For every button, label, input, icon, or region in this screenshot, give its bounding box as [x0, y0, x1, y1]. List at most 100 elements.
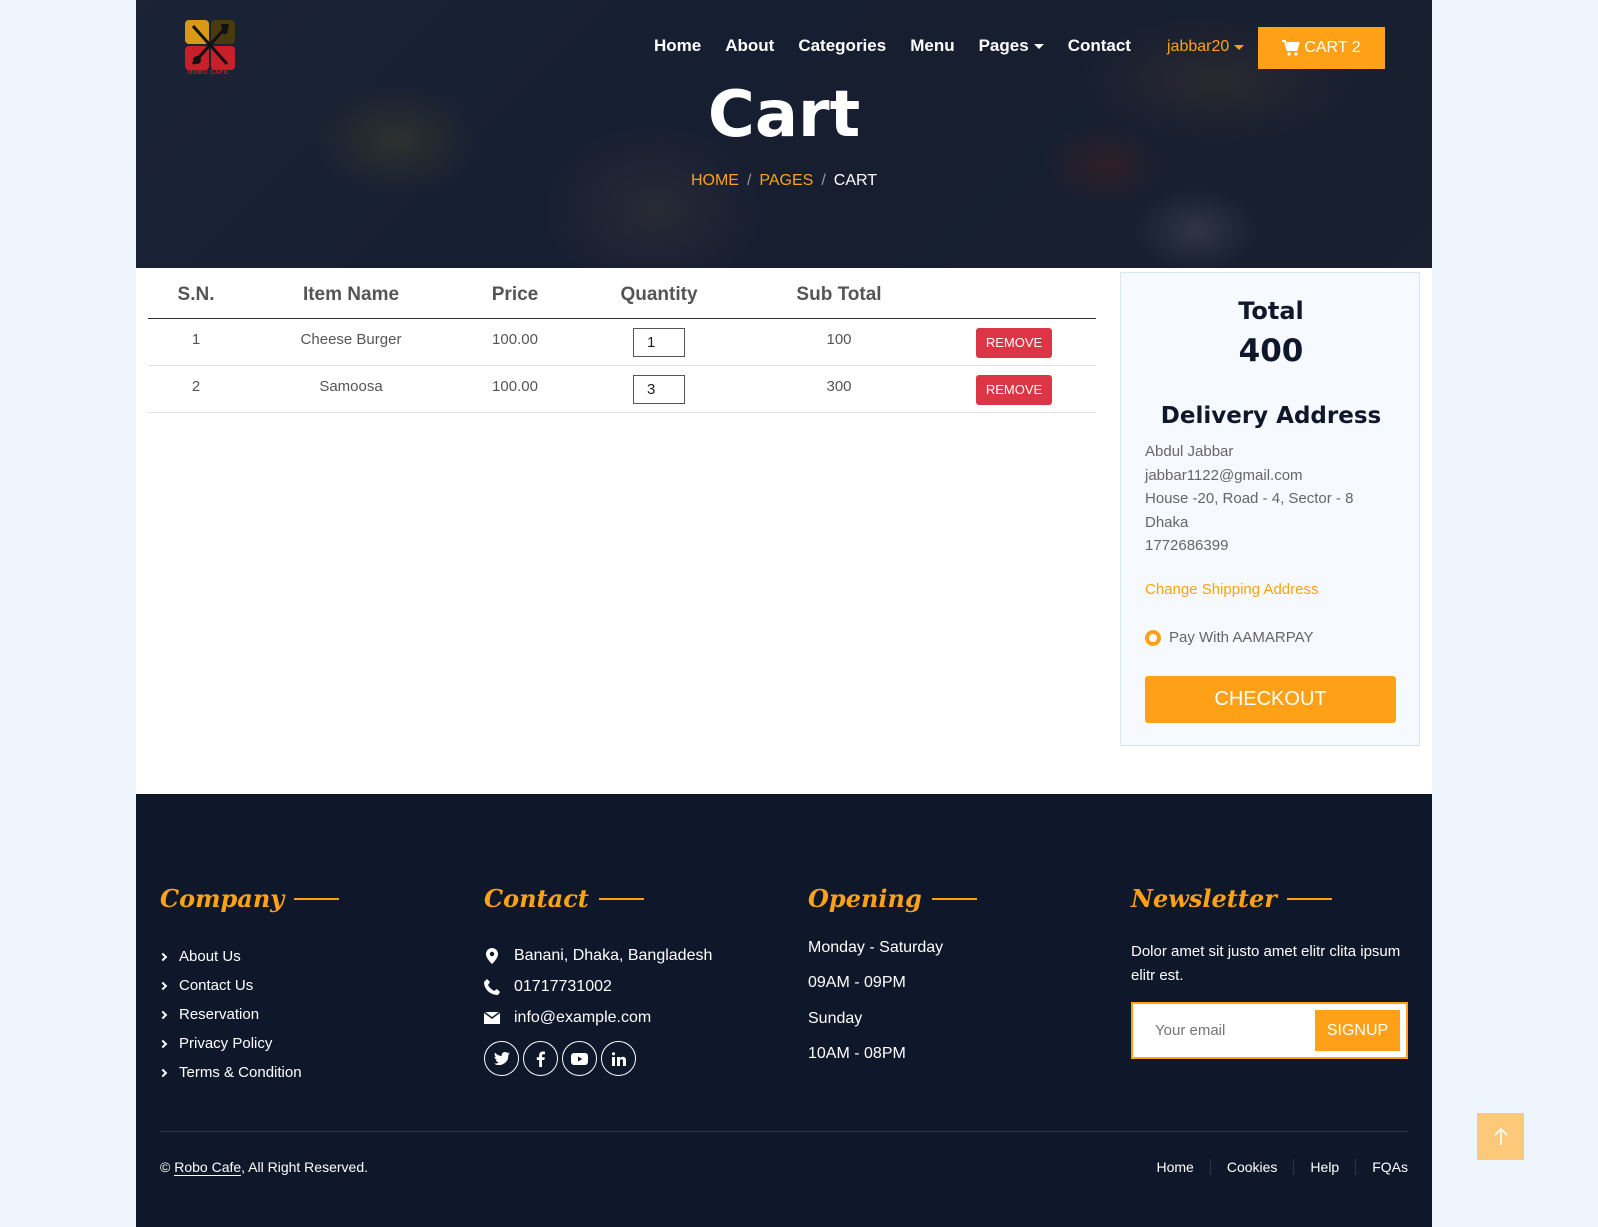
breadcrumb: HOME / PAGES / CART [136, 172, 1432, 190]
footer-company-links: About Us Contact Us Reservation Privacy … [158, 942, 302, 1087]
envelope-icon [484, 1011, 500, 1024]
footer-link-label: About Us [179, 948, 241, 965]
address-street: House -20, Road - 4, Sector - 8 [1145, 490, 1354, 508]
remove-button[interactable]: REMOVE [976, 374, 1052, 405]
nav-pages-dropdown[interactable]: Pages [979, 36, 1044, 56]
cell-sn: 1 [148, 318, 244, 366]
remove-button[interactable]: REMOVE [976, 327, 1052, 358]
address-phone: 1772686399 [1145, 537, 1229, 555]
back-to-top-button[interactable] [1477, 1113, 1524, 1160]
nav-pages-label: Pages [978, 36, 1029, 55]
change-shipping-address-link[interactable]: Change Shipping Address [1145, 581, 1318, 598]
order-summary-card: Total 400 Delivery Address Abdul Jabbar … [1120, 272, 1420, 746]
footer-link-label: Reservation [179, 1006, 260, 1023]
breadcrumb-pages[interactable]: PAGES [759, 172, 813, 189]
facebook-icon[interactable] [523, 1041, 558, 1076]
nav-contact[interactable]: Contact [1068, 36, 1131, 56]
footer-contact-heading: Contact [484, 884, 644, 913]
nav-categories[interactable]: Categories [798, 36, 886, 56]
contact-email-text: info@example.com [514, 1008, 652, 1026]
username: jabbar20 [1167, 38, 1230, 55]
footer-link-terms[interactable]: Terms & Condition [158, 1058, 302, 1087]
contact-address: Banani, Dhaka, Bangladesh [484, 940, 712, 971]
chevron-right-icon [158, 1010, 168, 1019]
footer: Company About Us Contact Us Reservation … [136, 794, 1432, 1227]
twitter-icon[interactable] [484, 1041, 519, 1076]
shopping-cart-icon [1282, 40, 1301, 56]
footer-link-label: Privacy Policy [179, 1035, 273, 1052]
robo-cafe-logo[interactable]: ROBO CAFE [185, 20, 235, 76]
cell-price: 100.00 [458, 365, 572, 413]
opening-weekday-hours: 09AM - 09PM [808, 974, 906, 991]
table-header-row: S.N. Item Name Price Quantity Sub Total [148, 272, 1096, 319]
footer-company-heading-text: Company [160, 884, 285, 913]
footer-opening-heading: Opening [808, 884, 977, 913]
copyright: © Robo Cafe, All Right Reserved. [160, 1159, 368, 1176]
contact-phone: 01717731002 [484, 971, 712, 1002]
copyright-brand-link[interactable]: Robo Cafe [174, 1159, 242, 1176]
contact-phone-text: 01717731002 [514, 977, 612, 995]
caret-down-icon [1234, 44, 1245, 50]
cell-price: 100.00 [458, 318, 572, 366]
newsletter-email-input[interactable] [1133, 1004, 1313, 1057]
footer-bottom-link-home[interactable]: Home [1140, 1159, 1209, 1175]
radio-selected-icon[interactable] [1145, 629, 1161, 646]
footer-link-reservation[interactable]: Reservation [158, 1000, 302, 1029]
opening-sunday-hours: 10AM - 08PM [808, 1045, 906, 1062]
social-links [484, 1041, 636, 1076]
signup-button[interactable]: SIGNUP [1315, 1010, 1400, 1051]
total-label: Total [1238, 297, 1304, 325]
nav-about[interactable]: About [725, 36, 774, 56]
arrow-up-icon [1493, 1127, 1508, 1145]
footer-opening-heading-text: Opening [808, 884, 922, 913]
cell-action: REMOVE [932, 365, 1096, 413]
linkedin-icon[interactable] [601, 1041, 636, 1076]
footer-contact-list: Banani, Dhaka, Bangladesh 01717731002 in… [484, 940, 712, 1033]
chevron-right-icon [158, 1039, 168, 1048]
footer-link-label: Terms & Condition [179, 1064, 302, 1081]
footer-bottom-link-cookies[interactable]: Cookies [1209, 1159, 1294, 1175]
footer-divider [160, 1131, 1408, 1132]
quantity-input[interactable] [633, 327, 685, 357]
nav-home[interactable]: Home [654, 36, 701, 56]
user-menu-dropdown[interactable]: jabbar20 [1167, 38, 1245, 56]
copyright-symbol: © [160, 1159, 171, 1175]
breadcrumb-separator: / [746, 172, 752, 189]
breadcrumb-current: CART [833, 172, 878, 189]
fork-knife-icon [191, 24, 229, 66]
column-header-price: Price [458, 272, 572, 319]
footer-contact-heading-text: Contact [484, 884, 589, 913]
column-header-sn: S.N. [148, 272, 244, 319]
cell-item-name: Samoosa [244, 365, 458, 413]
chevron-right-icon [158, 952, 168, 961]
opening-weekday-label: Monday - Saturday [808, 939, 944, 956]
caret-down-icon [1033, 43, 1044, 49]
cart-table: S.N. Item Name Price Quantity Sub Total … [148, 272, 1096, 413]
footer-bottom-link-help[interactable]: Help [1293, 1159, 1355, 1175]
delivery-address: Abdul Jabbar jabbar1122@gmail.com House … [1145, 440, 1353, 558]
cart-button[interactable]: CART 2 [1258, 27, 1385, 69]
footer-bottom-links: Home Cookies Help FQAs [1140, 1159, 1408, 1175]
contact-email: info@example.com [484, 1002, 712, 1033]
column-header-item-name: Item Name [244, 272, 458, 319]
breadcrumb-home[interactable]: HOME [691, 172, 739, 189]
total-value: 400 [1238, 333, 1304, 369]
cart-label: CART 2 [1304, 39, 1361, 56]
quantity-input[interactable] [633, 374, 685, 404]
footer-newsletter-heading: Newsletter [1131, 884, 1332, 913]
footer-link-label: Contact Us [179, 977, 254, 994]
page-title: Cart [707, 78, 861, 152]
footer-link-privacy-policy[interactable]: Privacy Policy [158, 1029, 302, 1058]
hero-header: ROBO CAFE Home About Categories Menu Pag… [136, 0, 1432, 268]
cell-item-name: Cheese Burger [244, 318, 458, 366]
delivery-address-heading: Delivery Address [1160, 403, 1382, 429]
footer-link-about-us[interactable]: About Us [158, 942, 302, 971]
checkout-button[interactable]: CHECKOUT [1145, 676, 1396, 723]
table-row: 1 Cheese Burger 100.00 100 REMOVE [148, 318, 1096, 366]
youtube-icon[interactable] [562, 1041, 597, 1076]
address-name: Abdul Jabbar [1145, 443, 1234, 460]
nav-menu[interactable]: Menu [910, 36, 954, 56]
payment-option-aamarpay[interactable]: Pay With AAMARPAY [1145, 629, 1314, 646]
footer-bottom-link-fqas[interactable]: FQAs [1355, 1159, 1408, 1175]
footer-link-contact-us[interactable]: Contact Us [158, 971, 302, 1000]
